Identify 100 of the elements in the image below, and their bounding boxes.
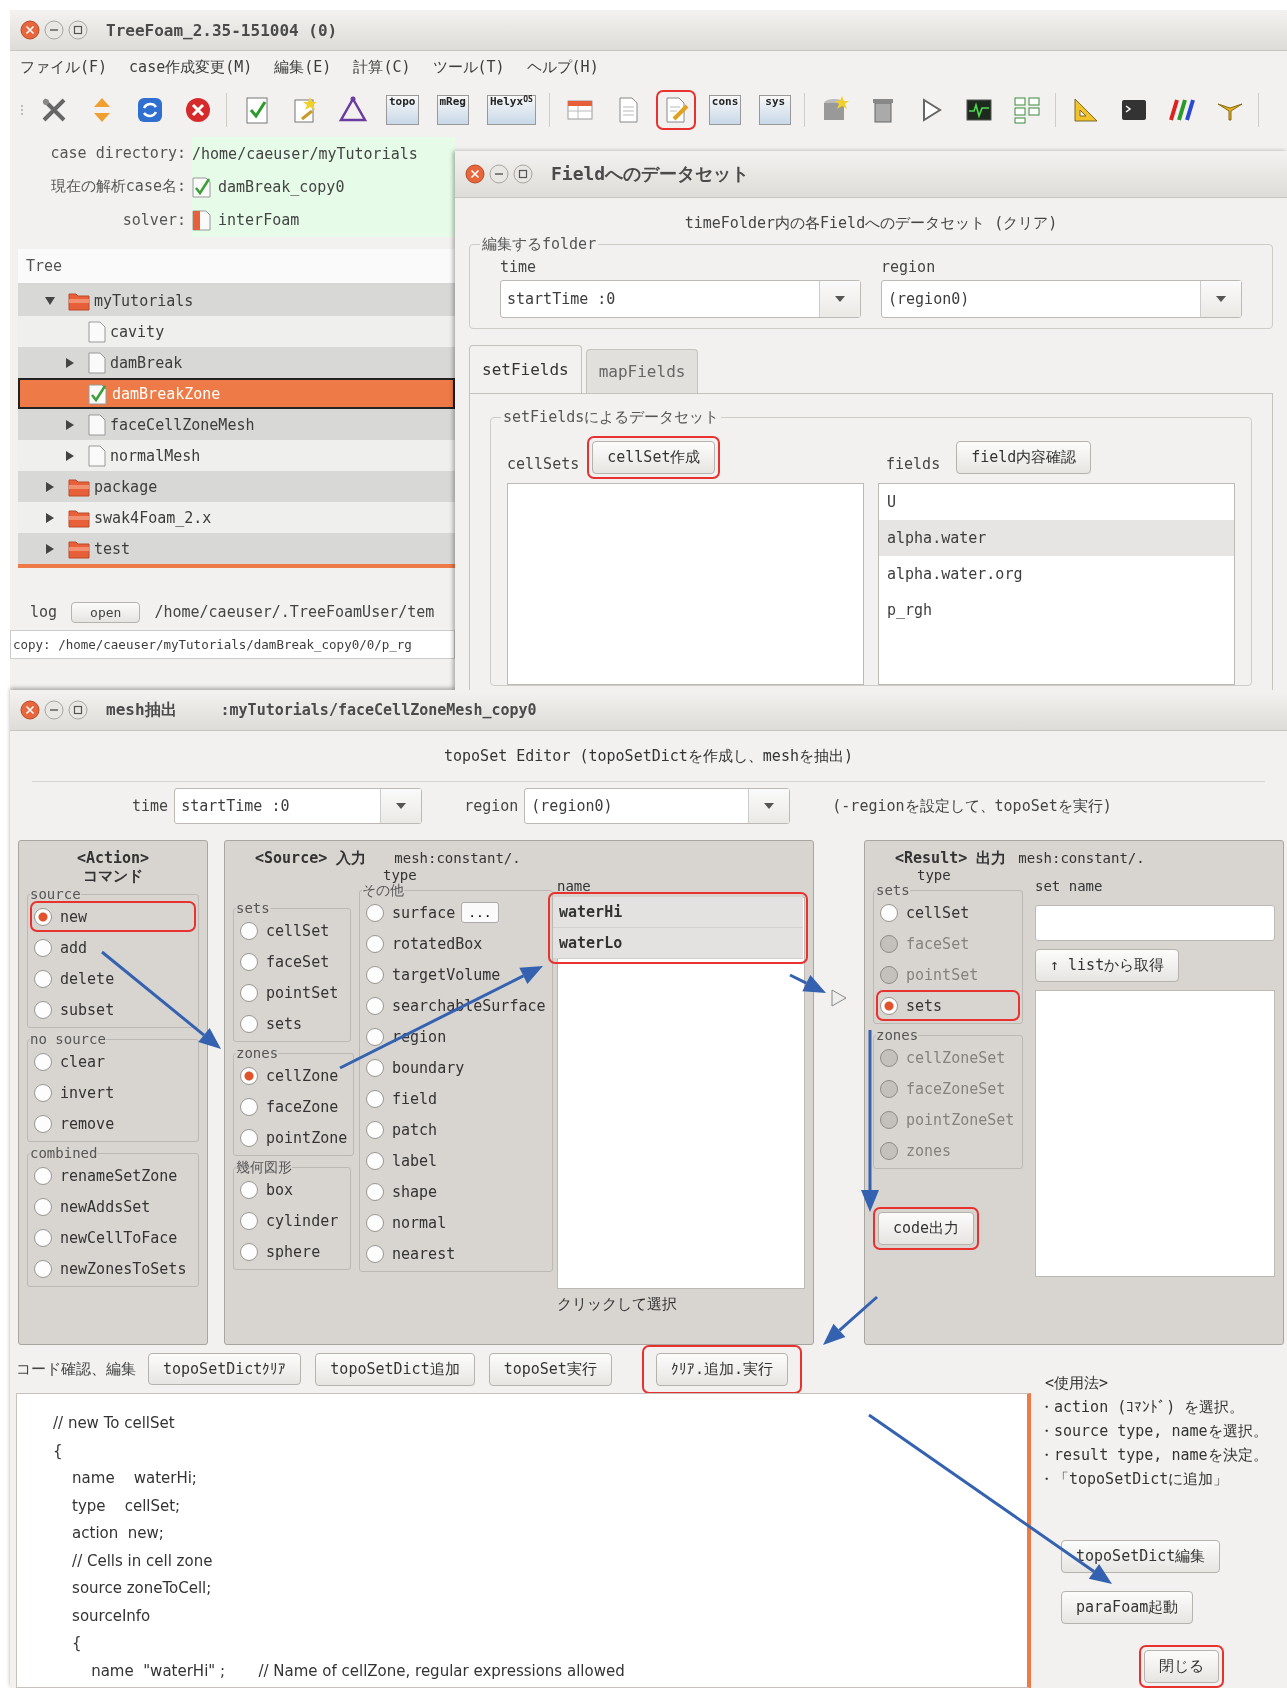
- radio-option[interactable]: boundary: [366, 1054, 465, 1081]
- radio-option[interactable]: invert: [34, 1079, 115, 1106]
- tab[interactable]: setFields: [469, 345, 582, 393]
- radio-option[interactable]: box: [240, 1176, 294, 1203]
- radio-option[interactable]: sets: [240, 1010, 303, 1037]
- radio-option[interactable]: normal: [366, 1209, 447, 1236]
- radio-option[interactable]: clear: [34, 1048, 106, 1075]
- radio-option[interactable]: cellSet: [240, 917, 330, 944]
- dialog-button[interactable]: 閉じる: [1144, 1650, 1219, 1683]
- list-item[interactable]: waterHi: [553, 897, 803, 928]
- tool-button[interactable]: Helyx$^{OS}$: [487, 95, 536, 125]
- radio-option[interactable]: targetVolume: [366, 961, 501, 988]
- minimize-button[interactable]: [44, 20, 64, 40]
- close-button[interactable]: [20, 700, 40, 720]
- minimize-button[interactable]: [489, 164, 509, 184]
- check-fields-button[interactable]: field内容確認: [956, 441, 1092, 474]
- menu-item[interactable]: 計算(C): [353, 57, 411, 77]
- tool-button[interactable]: sys: [759, 95, 792, 125]
- dropdown-arrow-icon[interactable]: [1215, 295, 1227, 303]
- menu-item[interactable]: 編集(E): [274, 57, 332, 77]
- toolbar-grip-icon[interactable]: [20, 103, 24, 117]
- radio-option[interactable]: patch: [366, 1116, 438, 1143]
- menu-item[interactable]: case作成変更(M): [129, 57, 253, 77]
- get-from-list-button[interactable]: ↑ listから取得: [1035, 949, 1180, 982]
- expander-icon[interactable]: [44, 542, 56, 555]
- dropdown-arrow-icon[interactable]: [395, 802, 408, 810]
- radio-option[interactable]: subset: [34, 996, 115, 1023]
- toolbar-button[interactable]: topoSet実行: [488, 1352, 612, 1386]
- radio-option[interactable]: shape: [366, 1178, 438, 1205]
- dropdown-arrow-icon[interactable]: [834, 295, 846, 303]
- close-button[interactable]: [20, 20, 40, 40]
- menu-item[interactable]: ツール(T): [432, 57, 505, 77]
- radio-option[interactable]: rotatedBox: [366, 930, 483, 957]
- tree-row[interactable]: faceCellZoneMesh: [18, 409, 455, 440]
- radio-option[interactable]: cellZone: [240, 1062, 339, 1089]
- expander-icon[interactable]: [44, 511, 56, 524]
- maximize-button[interactable]: [513, 164, 533, 184]
- radio-option[interactable]: field: [366, 1085, 438, 1112]
- radio-option[interactable]: label: [366, 1147, 438, 1174]
- radio-option[interactable]: nearest: [366, 1240, 456, 1267]
- stop-icon[interactable]: [183, 95, 213, 125]
- dropdown-arrow-icon[interactable]: [763, 802, 776, 810]
- code-output-button[interactable]: code出力: [878, 1212, 975, 1245]
- radio-option[interactable]: delete: [34, 965, 115, 992]
- expander-icon[interactable]: [64, 356, 76, 369]
- radio-option[interactable]: newZonesToSets: [34, 1255, 187, 1282]
- tab[interactable]: mapFields: [585, 349, 699, 393]
- dialog-button[interactable]: topoSetDict編集: [1061, 1540, 1221, 1573]
- dropdown-field[interactable]: startTime :0: [174, 788, 423, 824]
- dropdown-field[interactable]: (region0): [524, 788, 791, 824]
- code-editor[interactable]: // new To cellSet { name waterHi; type cellSet; action new; // Cells in cell zone source zoneToCell; sourceInfo { name "waterHi" ; // Name of cellZone, regular expressions allowed: [16, 1393, 1031, 1688]
- tool-button[interactable]: topo: [386, 95, 419, 125]
- list-item[interactable]: waterLo: [553, 928, 803, 959]
- toolbar-button[interactable]: ｸﾘｱ.追加.実行: [655, 1352, 788, 1386]
- maximize-button[interactable]: [68, 20, 88, 40]
- tree-header[interactable]: Tree: [18, 249, 455, 285]
- radio-option[interactable]: cellSet: [880, 899, 970, 926]
- tool-button[interactable]: mReg: [436, 95, 469, 125]
- menu-item[interactable]: ファイル(F): [20, 57, 108, 77]
- menu-item[interactable]: ヘルプ(H): [526, 57, 599, 77]
- expander-icon[interactable]: [44, 480, 56, 493]
- dropdown-field[interactable]: startTime :0: [500, 280, 861, 318]
- close-button[interactable]: [465, 164, 485, 184]
- radio-option[interactable]: newAddsSet: [34, 1193, 151, 1220]
- create-cellset-button[interactable]: cellSet作成: [592, 441, 716, 474]
- radio-option[interactable]: sets: [880, 992, 943, 1019]
- radio-option[interactable]: newCellToFace: [34, 1224, 178, 1251]
- radio-option[interactable]: new: [34, 903, 88, 930]
- set-name-field[interactable]: [1035, 905, 1275, 941]
- grid-icon[interactable]: [1012, 95, 1043, 125]
- refresh-icon[interactable]: [135, 95, 165, 125]
- toolbar-button[interactable]: topoSetDict追加: [315, 1352, 475, 1386]
- maximize-button[interactable]: [68, 700, 88, 720]
- expander-icon[interactable]: [64, 418, 76, 431]
- radio-option[interactable]: pointZone: [240, 1124, 348, 1151]
- toolbar-button[interactable]: topoSetDictｸﾘｱ: [148, 1353, 302, 1385]
- dropdown-field[interactable]: (region0): [881, 280, 1242, 318]
- radio-option[interactable]: sphere: [240, 1238, 321, 1265]
- radio-option[interactable]: cylinder: [240, 1207, 339, 1234]
- open-button[interactable]: open: [71, 601, 141, 623]
- radio-option[interactable]: faceSet: [240, 948, 330, 975]
- radio-option[interactable]: pointSet: [240, 979, 339, 1006]
- radio-option[interactable]: renameSetZone: [34, 1162, 178, 1189]
- expander-icon[interactable]: [64, 449, 76, 462]
- radio-option[interactable]: remove: [34, 1110, 115, 1137]
- browse-button[interactable]: ...: [461, 902, 499, 923]
- expander-icon[interactable]: [44, 294, 56, 307]
- minimize-button[interactable]: [44, 700, 64, 720]
- radio-option[interactable]: faceZone: [240, 1093, 339, 1120]
- tree-row[interactable]: test: [18, 533, 455, 564]
- tree-row[interactable]: package: [18, 471, 455, 502]
- list-item[interactable]: alpha.water: [879, 520, 1234, 556]
- radio-option[interactable]: add: [34, 934, 88, 961]
- cellsets-list[interactable]: [507, 483, 864, 685]
- tree-row[interactable]: myTutorials: [18, 285, 455, 316]
- dialog-button[interactable]: paraFoam起動: [1061, 1591, 1194, 1624]
- play-icon[interactable]: [830, 987, 848, 1008]
- tool-button[interactable]: cons: [708, 95, 742, 125]
- tree-row[interactable]: damBreak: [18, 347, 455, 378]
- radio-option[interactable]: surface: [366, 899, 456, 926]
